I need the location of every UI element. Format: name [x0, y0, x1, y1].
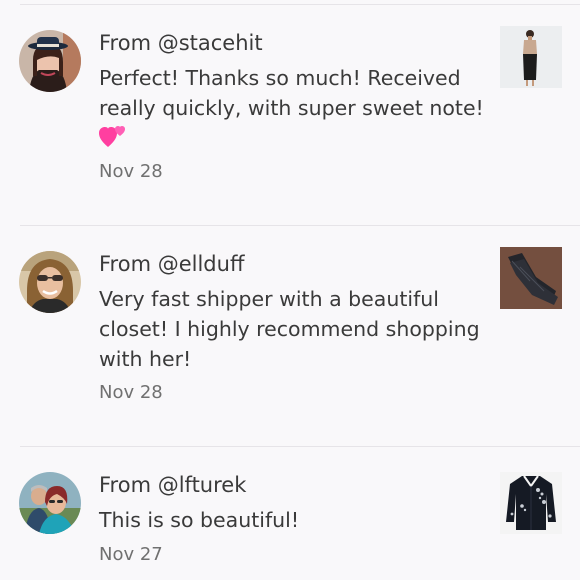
- comment-date: Nov 27: [99, 544, 163, 565]
- comment-date: Nov 28: [99, 382, 163, 403]
- listing-thumbnail-embellished-cardigan[interactable]: [500, 472, 562, 534]
- listing-thumbnail-jeans[interactable]: [500, 247, 562, 309]
- comment-text: This is so beautiful!: [99, 508, 300, 532]
- comment-author: From @lfturek: [99, 472, 246, 498]
- user-avatar-stacehit[interactable]: [19, 30, 81, 92]
- username-link[interactable]: @ellduff: [158, 252, 245, 276]
- username-link[interactable]: @lfturek: [158, 473, 247, 497]
- comment-divider: [20, 225, 580, 226]
- comment-date: Nov 28: [99, 161, 163, 182]
- author-prefix: From: [99, 473, 158, 497]
- comment-text: Very fast shipper with a beautiful close…: [99, 287, 480, 371]
- comment-author: From @ellduff: [99, 251, 244, 277]
- listing-thumbnail-black-skirt[interactable]: [500, 26, 562, 88]
- comment-divider: [20, 446, 580, 447]
- comment-author: From @stacehit: [99, 30, 263, 56]
- user-avatar-ellduff[interactable]: [19, 251, 81, 313]
- top-divider: [20, 4, 580, 5]
- user-avatar-lfturek[interactable]: [19, 472, 81, 534]
- username-link[interactable]: @stacehit: [158, 31, 263, 55]
- two-hearts-icon: [99, 123, 127, 157]
- author-prefix: From: [99, 252, 158, 276]
- author-prefix: From: [99, 31, 158, 55]
- comment-text: Perfect! Thanks so much! Received really…: [99, 63, 484, 157]
- comment-body: Perfect! Thanks so much! Received really…: [99, 66, 484, 120]
